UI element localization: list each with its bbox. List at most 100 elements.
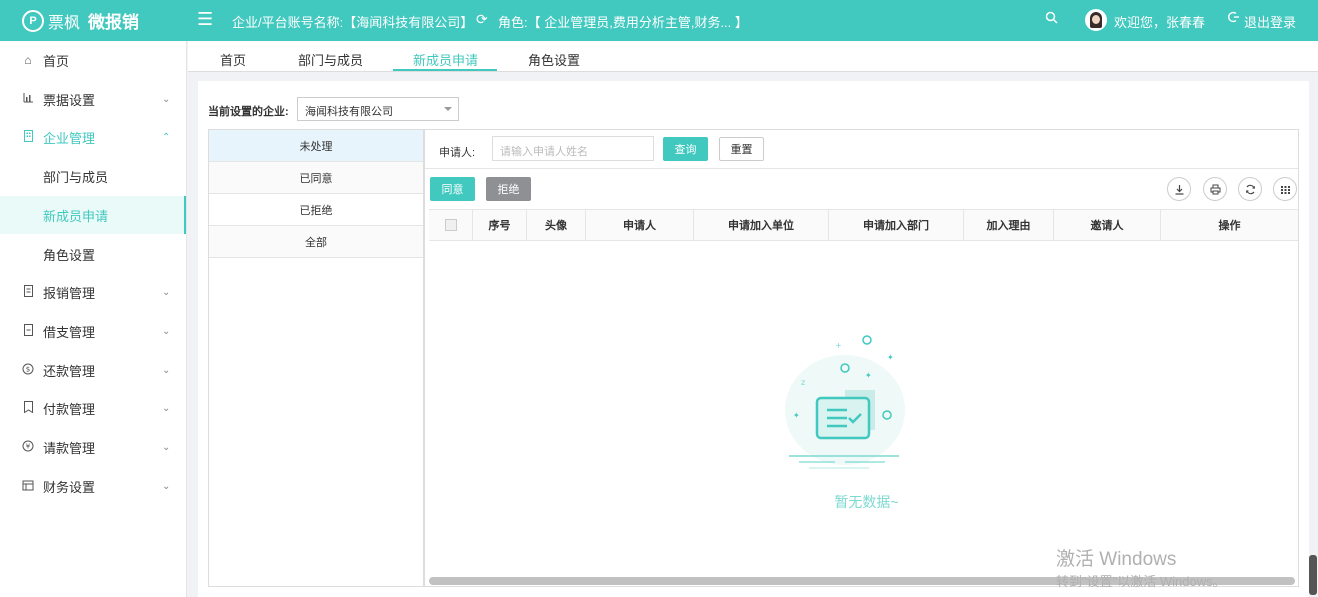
sidebar-item-label: 新成员申请 — [43, 208, 109, 224]
chevron-down-icon: ⌄ — [162, 325, 171, 337]
company-select[interactable]: 海闻科技有限公司 — [297, 97, 459, 121]
status-list: 未处理 已同意 已拒绝 全部 — [208, 129, 424, 587]
sidebar-item-enterprise[interactable]: 企业管理 ⌃ — [0, 118, 186, 156]
svg-text:✦: ✦ — [887, 353, 894, 362]
column-header-reason: 加入理由 — [964, 210, 1054, 240]
sidebar-item-label: 角色设置 — [43, 247, 96, 263]
sidebar-item-departments[interactable]: 部门与成员 — [0, 157, 186, 195]
yen-icon: ¥ — [21, 440, 35, 455]
download-icon[interactable] — [1167, 177, 1191, 201]
menu-toggle-icon[interactable]: ☰ — [197, 10, 213, 28]
reset-button[interactable]: 重置 — [719, 137, 764, 161]
settings-icon — [21, 479, 35, 494]
column-header-unit: 申请加入单位 — [694, 210, 829, 240]
sidebar: ⌂ 首页 票据设置 ⌄ 企业管理 ⌃ 部门与成员 新成员申请 角色设置 报销管理… — [0, 41, 187, 597]
reject-button[interactable]: 拒绝 — [486, 177, 531, 201]
tab-departments[interactable]: 部门与成员 — [298, 50, 363, 69]
chart-icon — [21, 92, 35, 106]
columns-grid-icon[interactable] — [1273, 177, 1297, 201]
chevron-down-icon: ⌄ — [162, 480, 171, 492]
logo-brand: 票枫 — [48, 14, 81, 32]
refresh-icon[interactable] — [1238, 177, 1262, 201]
column-header-actions: 操作 — [1218, 220, 1241, 232]
logo: P 票枫 微报销 — [22, 8, 139, 33]
tab-new-member[interactable]: 新成员申请 — [413, 50, 478, 69]
status-all[interactable]: 全部 — [209, 226, 423, 258]
table-header: 序号 头像 申请人 申请加入单位 申请加入部门 加入理由 邀请人 操作 — [429, 209, 1298, 241]
sidebar-item-label: 报销管理 — [43, 285, 96, 301]
chevron-down-icon: ⌄ — [162, 402, 171, 414]
sidebar-item-advance[interactable]: 借支管理 ⌄ — [0, 312, 186, 350]
svg-text:z: z — [801, 378, 805, 387]
tab-home[interactable]: 首页 — [220, 50, 246, 69]
payment-icon — [21, 400, 35, 416]
receipt-icon — [21, 284, 35, 300]
search-icon[interactable] — [1045, 11, 1058, 27]
sidebar-item-payment[interactable]: 付款管理 ⌄ — [0, 389, 186, 427]
sidebar-item-label: 票据设置 — [43, 92, 96, 108]
column-header-index: 序号 — [473, 210, 527, 240]
status-approved[interactable]: 已同意 — [209, 162, 423, 194]
status-rejected[interactable]: 已拒绝 — [209, 194, 423, 226]
divider — [425, 168, 1298, 169]
windows-activation-watermark-hint: 转到"设置"以激活 Windows。 — [1056, 574, 1226, 589]
page-scrollbar[interactable] — [1309, 555, 1317, 595]
column-header-inviter: 邀请人 — [1054, 210, 1161, 240]
svg-text:$: $ — [26, 365, 30, 373]
logo-mark: P — [22, 9, 44, 32]
sidebar-item-label: 还款管理 — [43, 363, 96, 379]
sidebar-item-label: 借支管理 — [43, 324, 96, 340]
sidebar-item-repayment[interactable]: $ 还款管理 ⌄ — [0, 351, 186, 389]
tab-roles[interactable]: 角色设置 — [528, 50, 580, 69]
sidebar-item-new-member[interactable]: 新成员申请 — [0, 196, 186, 234]
sidebar-item-label: 请款管理 — [43, 440, 96, 456]
windows-activation-watermark-title: 激活 Windows — [1056, 549, 1177, 570]
chevron-up-icon: ⌃ — [162, 131, 171, 143]
sidebar-item-label: 付款管理 — [43, 401, 96, 417]
switch-role-icon[interactable]: ⟳ — [476, 11, 488, 28]
active-tab-indicator — [393, 69, 497, 71]
content-panel: 当前设置的企业: 海闻科技有限公司 未处理 已同意 已拒绝 全部 申请人: 请输… — [198, 81, 1309, 597]
svg-text:✦: ✦ — [865, 371, 872, 380]
page-tabs: 首页 部门与成员 新成员申请 角色设置 — [188, 41, 1318, 72]
logout-link[interactable]: 退出登录 — [1244, 12, 1296, 31]
chevron-down-icon: ⌄ — [162, 364, 171, 376]
sidebar-item-label: 首页 — [43, 53, 70, 69]
current-company-label: 当前设置的企业: — [208, 106, 289, 118]
applicant-search-input[interactable]: 请输入申请人姓名 — [492, 136, 654, 161]
company-account-label: 企业/平台账号名称:【海闻科技有限公司】 — [232, 15, 474, 30]
welcome-text: 欢迎您，张春春 — [1114, 15, 1206, 30]
svg-text:¥: ¥ — [26, 442, 31, 450]
sidebar-item-reimbursement[interactable]: 报销管理 ⌄ — [0, 273, 186, 311]
sidebar-item-label: 财务设置 — [43, 479, 96, 495]
applicant-label: 申请人: — [439, 147, 476, 159]
sidebar-item-request[interactable]: ¥ 请款管理 ⌄ — [0, 428, 186, 466]
sidebar-item-finance-settings[interactable]: 财务设置 ⌄ — [0, 467, 186, 505]
column-header-department: 申请加入部门 — [829, 210, 964, 240]
sidebar-item-home[interactable]: ⌂ 首页 — [0, 41, 186, 79]
chevron-down-icon: ⌄ — [162, 286, 171, 298]
caret-down-icon — [444, 107, 452, 111]
chevron-down-icon: ⌄ — [162, 441, 171, 453]
home-icon: ⌂ — [24, 53, 32, 67]
empty-state-text: 暂无数据~ — [834, 494, 899, 510]
agree-button[interactable]: 同意 — [430, 177, 475, 201]
sidebar-item-roles[interactable]: 角色设置 — [0, 235, 186, 273]
role-label[interactable]: 角色:【 企业管理员,费用分析主管,财务... 】 — [498, 12, 748, 31]
company-select-value: 海闻科技有限公司 — [305, 106, 393, 118]
building-icon — [21, 129, 35, 145]
select-all-checkbox[interactable] — [444, 219, 457, 231]
sidebar-item-invoice-settings[interactable]: 票据设置 ⌄ — [0, 80, 186, 118]
empty-state-illustration: + ✦ ✦ ✦ z — [775, 330, 915, 483]
select-all-cell — [429, 210, 473, 240]
logout-icon[interactable] — [1227, 11, 1240, 26]
status-pending[interactable]: 未处理 — [209, 130, 423, 162]
query-button[interactable]: 查询 — [663, 137, 708, 161]
column-header-applicant: 申请人 — [586, 210, 694, 240]
chevron-down-icon: ⌄ — [162, 93, 171, 105]
svg-text:+: + — [835, 341, 842, 350]
dollar-icon: $ — [21, 363, 35, 378]
column-header-avatar: 头像 — [527, 210, 586, 240]
avatar[interactable] — [1085, 9, 1107, 31]
print-icon[interactable] — [1203, 177, 1227, 201]
